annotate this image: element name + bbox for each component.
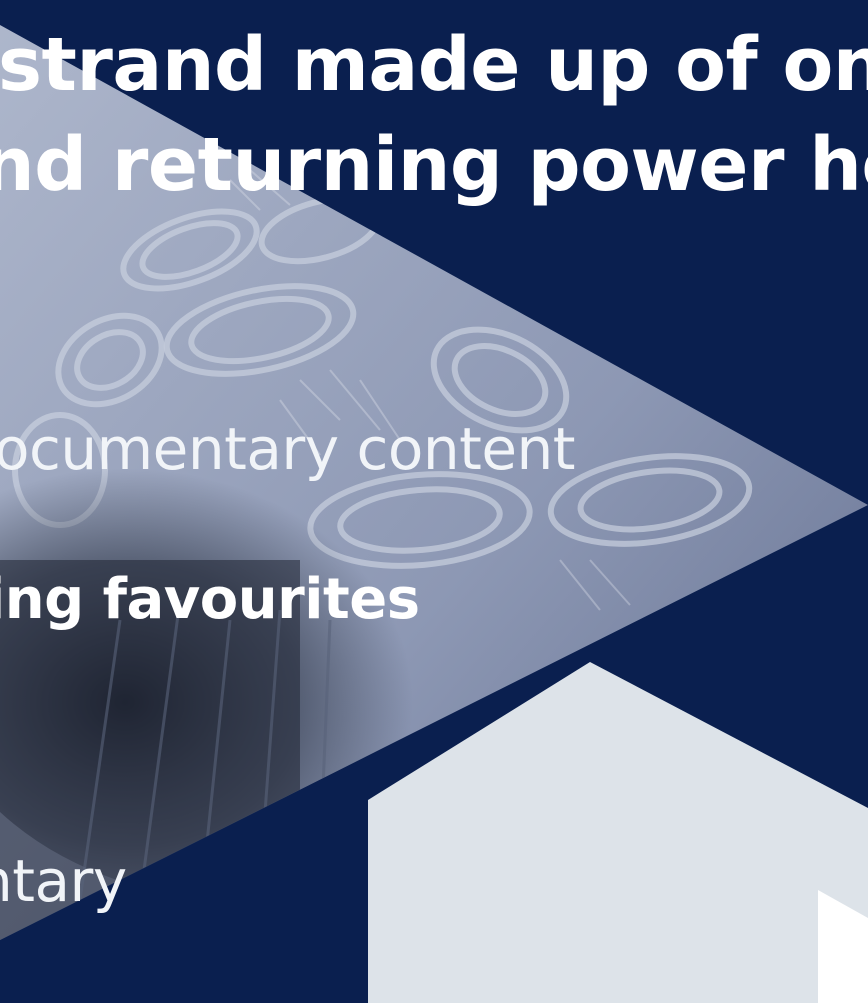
item-documentary-content: ocumentary content [0,415,576,483]
item-favourites: ing favourites [0,567,420,632]
headline-line-2: nd returning power ho [0,122,868,208]
item-documentary: ntary [0,847,127,915]
promo-canvas: strand made up of one nd returning power… [0,0,868,1003]
headline-line-1: strand made up of one [0,22,868,108]
